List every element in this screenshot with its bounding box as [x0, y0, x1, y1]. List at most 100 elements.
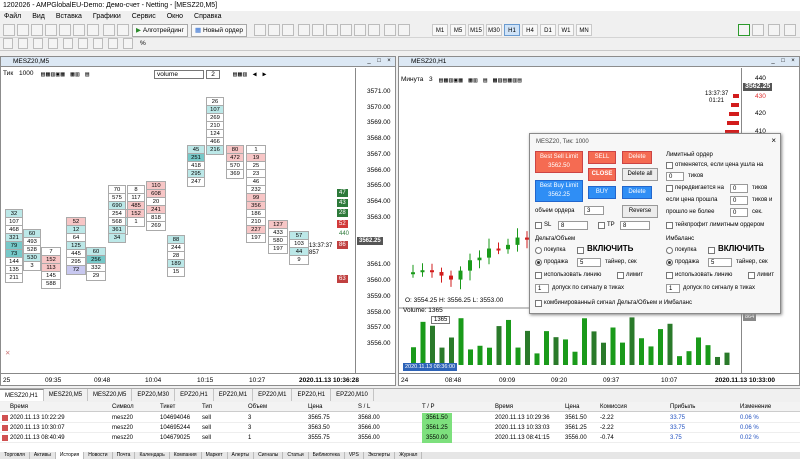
column-header[interactable]: Время: [495, 402, 513, 412]
maximize-icon[interactable]: □: [375, 58, 383, 65]
column-header[interactable]: Объем: [248, 402, 267, 412]
minimize-icon[interactable]: _: [365, 58, 373, 65]
column-header[interactable]: Цена: [565, 402, 579, 412]
new-order-button[interactable]: ▦ Новый ордер: [191, 24, 247, 37]
menu-item[interactable]: Окно: [167, 13, 183, 20]
column-header[interactable]: Комиссия: [600, 402, 627, 412]
scroll-icon[interactable]: [768, 24, 780, 36]
tp-input[interactable]: 8: [620, 221, 650, 230]
algo-trading-button[interactable]: ▶ Алготрейдинг: [132, 24, 188, 37]
timeframe-H4[interactable]: H4: [522, 24, 538, 36]
mode-select[interactable]: volume: [154, 70, 204, 79]
profiles-icon[interactable]: [17, 24, 29, 36]
imb-allow-input[interactable]: 1: [666, 284, 680, 293]
menu-item[interactable]: Сервис: [132, 13, 156, 20]
editor-icon[interactable]: [103, 24, 115, 36]
maximize-icon[interactable]: □: [779, 58, 787, 65]
terminal-tab[interactable]: Библиотека: [309, 452, 345, 459]
chart-tab[interactable]: MESZ20,M5: [88, 389, 133, 401]
reverse-button[interactable]: Reverse: [622, 205, 658, 218]
tick-value[interactable]: 1000: [19, 70, 33, 77]
imb-buy-radio[interactable]: [666, 247, 673, 254]
cloud-icon[interactable]: [752, 24, 764, 36]
delta-allow-input[interactable]: 1: [535, 284, 549, 293]
menu-item[interactable]: Справка: [194, 13, 221, 20]
menu-item[interactable]: Вид: [32, 13, 45, 20]
delta-enable-checkbox[interactable]: [577, 247, 584, 254]
sl-input[interactable]: 8: [558, 221, 588, 230]
minimize-icon[interactable]: _: [769, 58, 777, 65]
terminal-tab[interactable]: VPS: [345, 452, 364, 459]
move-limit-input[interactable]: 0: [730, 184, 748, 193]
chart-shift-icon[interactable]: [354, 24, 366, 36]
fibo-icon[interactable]: [93, 38, 103, 49]
tile-icon[interactable]: [326, 24, 338, 36]
terminal-tab[interactable]: История: [55, 452, 85, 459]
terminal-tab[interactable]: Маркет: [202, 452, 228, 459]
line-chart-icon[interactable]: [282, 24, 294, 36]
imb-enable-checkbox[interactable]: [708, 247, 715, 254]
zoom-in-icon[interactable]: [298, 24, 310, 36]
terminal-icon[interactable]: [73, 24, 85, 36]
chart-tab[interactable]: MESZ20,M5: [44, 389, 89, 401]
delta-buy-radio[interactable]: [535, 247, 542, 254]
crosshair-icon[interactable]: [18, 38, 28, 49]
cancel-limit-checkbox[interactable]: [666, 162, 673, 169]
imb-limit-checkbox[interactable]: [748, 272, 755, 279]
sl-checkbox[interactable]: [535, 222, 542, 229]
chart-tab[interactable]: EPZ20,M10: [331, 389, 374, 401]
new-chart-icon[interactable]: [3, 24, 15, 36]
timeframe-M30[interactable]: M30: [486, 24, 502, 36]
timeframe-MN[interactable]: MN: [576, 24, 592, 36]
dialog-close-icon[interactable]: ×: [771, 137, 776, 145]
candle-chart-icon[interactable]: [268, 24, 280, 36]
zoom-label[interactable]: %: [140, 40, 146, 47]
tp-checkbox[interactable]: [598, 222, 605, 229]
chart-tab[interactable]: EPZ20,H1: [292, 389, 332, 401]
heart-icon[interactable]: [784, 24, 796, 36]
terminal-tab[interactable]: Почта: [113, 452, 136, 459]
timeframe-M5[interactable]: M5: [450, 24, 466, 36]
horizontal-line-icon[interactable]: [48, 38, 58, 49]
imb-timer-input[interactable]: 5: [708, 258, 732, 267]
left-chart-window[interactable]: MESZ20,M5 _ □ × Тик 1000 ▤▦▥▣▦ ▦▥ ▤ volu…: [0, 56, 396, 386]
column-header[interactable]: Цена: [308, 402, 322, 412]
terminal-tab[interactable]: Журнал: [395, 452, 423, 459]
delete-all-button[interactable]: Delete all: [622, 168, 658, 181]
best-sell-limit-button[interactable]: Best Sell Limit 3562.50: [535, 151, 583, 173]
best-buy-limit-button[interactable]: Best Buy Limit 3562.25: [535, 180, 583, 202]
chart-tab[interactable]: MESZ20,H1: [0, 389, 44, 401]
time-passed-input[interactable]: 0: [730, 208, 748, 217]
terminal-tab[interactable]: Эксперты: [364, 452, 396, 459]
move-limit-checkbox[interactable]: [666, 185, 673, 192]
terminal-tab[interactable]: Алерты: [228, 452, 255, 459]
left-aux-icon[interactable]: ▤▦▥ ◀ ▶: [233, 70, 267, 78]
bar-chart-icon[interactable]: [254, 24, 266, 36]
menu-item[interactable]: Вставка: [56, 13, 82, 20]
chart-tab[interactable]: EPZ20,M1: [253, 389, 293, 401]
column-header[interactable]: Символ: [112, 402, 134, 412]
cancel-limit-input[interactable]: 0: [666, 172, 684, 181]
timeframe-W1[interactable]: W1: [558, 24, 574, 36]
terminal-tab[interactable]: Календарь: [135, 452, 170, 459]
sell-button[interactable]: SELL: [588, 151, 616, 164]
trade-panel-dialog[interactable]: MESZ20, Тик: 1000 × Best Sell Limit 3562.…: [529, 133, 781, 314]
column-header[interactable]: Тип: [202, 402, 212, 412]
imb-sell-radio[interactable]: [666, 259, 673, 266]
close-button[interactable]: CLOSE: [588, 168, 616, 181]
imb-use-line-checkbox[interactable]: [666, 272, 673, 279]
table-row[interactable]: 2020.11.13 10:22:29 mesz20 104694046 sell 3 3…: [0, 413, 800, 423]
shapes-icon[interactable]: [123, 38, 133, 49]
green-check-icon[interactable]: [738, 24, 750, 36]
delta-sell-radio[interactable]: [535, 259, 542, 266]
cursor-icon[interactable]: [3, 38, 13, 49]
navigator-icon[interactable]: [59, 24, 71, 36]
trend-line-icon[interactable]: [63, 38, 73, 49]
autoscroll-icon[interactable]: [340, 24, 352, 36]
terminal-tab[interactable]: Активы: [30, 452, 56, 459]
table-row[interactable]: 2020.11.13 10:30:07 mesz20 104695244 sell 3 3…: [0, 423, 800, 433]
timeframe-M15[interactable]: M15: [468, 24, 484, 36]
market-watch-icon[interactable]: [31, 24, 43, 36]
terminal-tab[interactable]: Торговля: [0, 452, 30, 459]
menu-item[interactable]: Файл: [4, 13, 21, 20]
